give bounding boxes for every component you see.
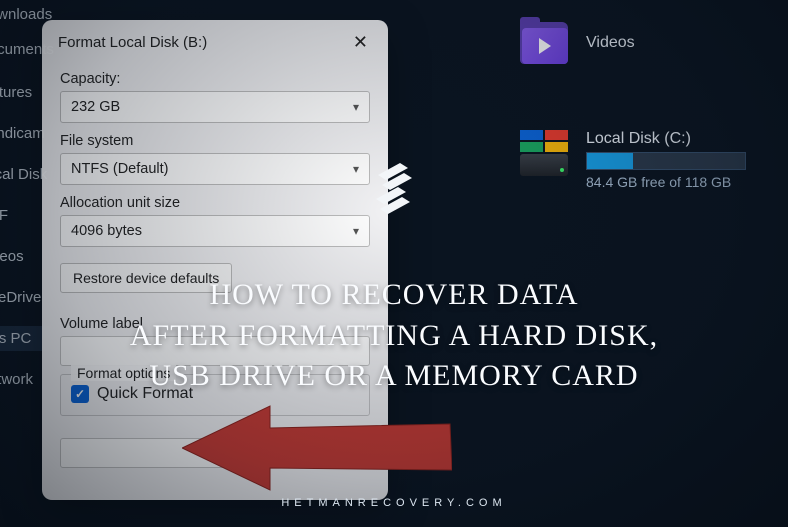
footer-site: HETMANRECOVERY.COM: [0, 497, 788, 509]
headline-line-1: HOW TO RECOVER DATA: [40, 275, 748, 316]
headline-line-3: USB DRIVE OR A MEMORY CARD: [40, 356, 748, 397]
capacity-value: 232 GB: [71, 99, 120, 115]
folder-icon: [520, 22, 568, 64]
brand-logo-icon: [354, 155, 434, 235]
bottom-field[interactable]: [60, 438, 370, 468]
local-disk-c[interactable]: Local Disk (C:) 84.4 GB free of 118 GB: [520, 130, 746, 190]
capacity-label: Capacity:: [60, 71, 370, 87]
chevron-down-icon: ▾: [353, 100, 359, 114]
disk-usage-bar: [586, 152, 746, 170]
filesystem-label: File system: [60, 133, 370, 149]
allocation-label: Allocation unit size: [60, 195, 370, 211]
allocation-select[interactable]: 4096 bytes ▾: [60, 215, 370, 247]
filesystem-value: NTFS (Default): [71, 161, 169, 177]
headline: HOW TO RECOVER DATA AFTER FORMATTING A H…: [0, 275, 788, 397]
dialog-title: Format Local Disk (B:): [58, 34, 207, 51]
format-dialog: Format Local Disk (B:) ✕ Capacity: 232 G…: [42, 20, 388, 500]
filesystem-select[interactable]: NTFS (Default) ▾: [60, 153, 370, 185]
close-icon[interactable]: ✕: [347, 30, 374, 55]
play-icon: [539, 38, 551, 54]
disk-free-text: 84.4 GB free of 118 GB: [586, 174, 746, 190]
drive-icon: [520, 130, 568, 178]
headline-line-2: AFTER FORMATTING A HARD DISK,: [40, 316, 748, 357]
disk-label: Local Disk (C:): [586, 130, 746, 148]
videos-label: Videos: [586, 34, 635, 52]
capacity-select[interactable]: 232 GB ▾: [60, 91, 370, 123]
videos-folder[interactable]: Videos: [520, 22, 635, 64]
allocation-value: 4096 bytes: [71, 223, 142, 239]
